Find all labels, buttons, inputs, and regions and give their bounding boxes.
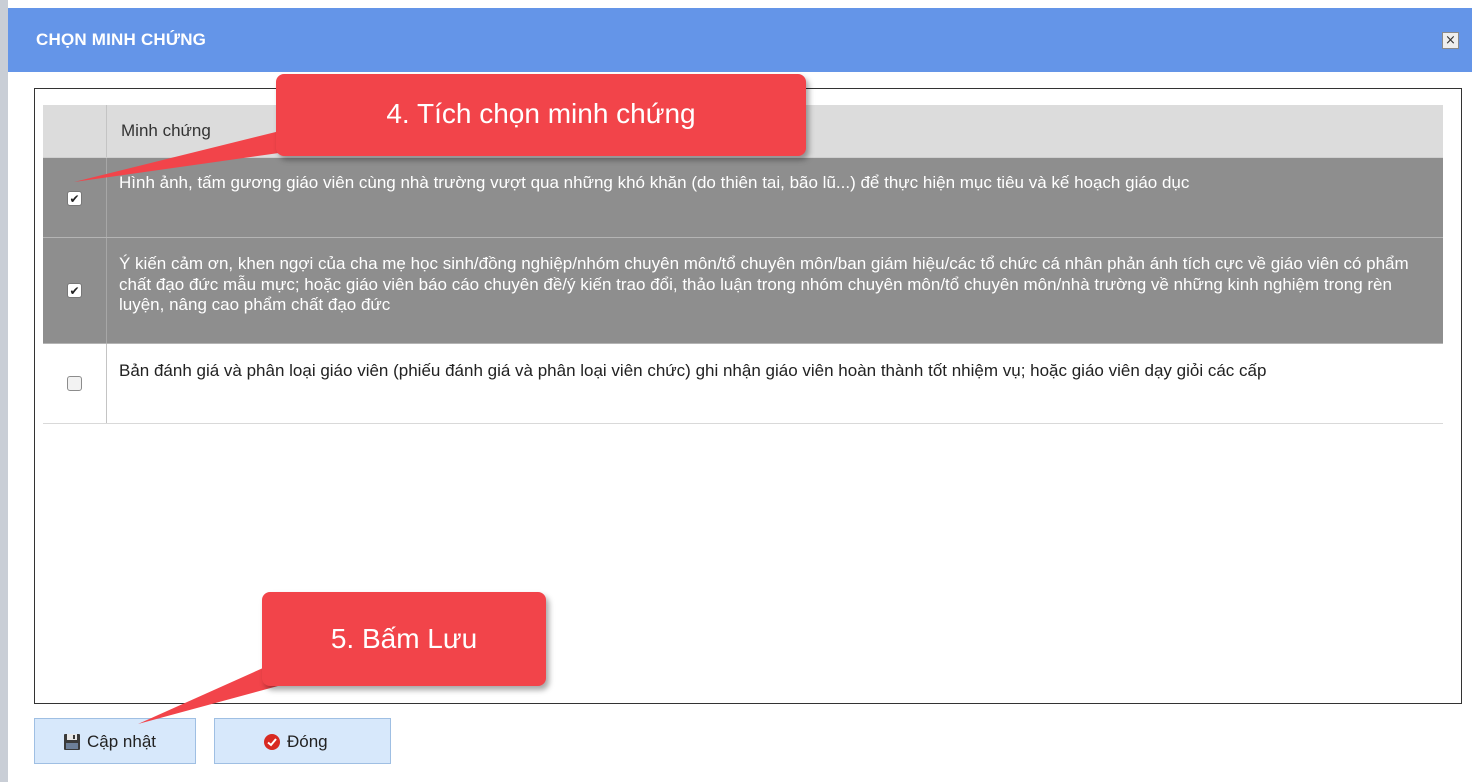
callout-4-pointer <box>74 128 300 182</box>
callout-step-4: 4. Tích chọn minh chứng <box>276 74 806 156</box>
callout-step-5: 5. Bấm Lưu <box>262 592 546 686</box>
